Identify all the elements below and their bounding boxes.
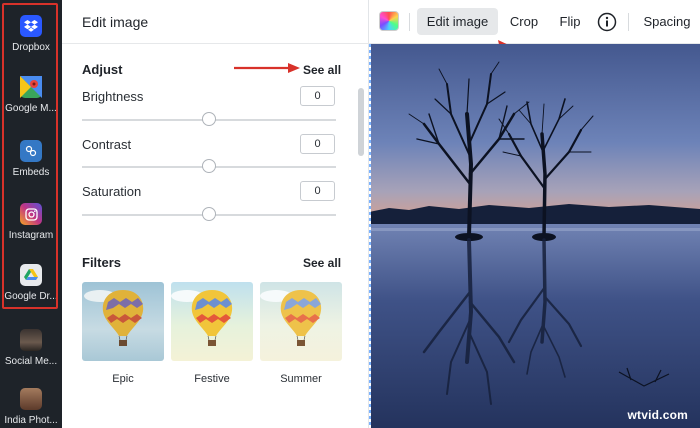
social-media-icon <box>20 329 42 351</box>
sidebar-highlight-box <box>2 3 58 309</box>
adjust-title: Adjust <box>82 62 123 77</box>
spacing-button[interactable]: Spacing <box>637 8 697 35</box>
panel-scrollbar[interactable] <box>358 88 364 156</box>
brightness-label: Brightness <box>82 89 144 104</box>
annotation-arrow-right <box>234 63 300 73</box>
crop-button[interactable]: Crop <box>504 8 544 35</box>
filters-see-all-link[interactable]: See all <box>303 256 341 270</box>
toolbar-divider <box>628 13 629 31</box>
contrast-input[interactable]: 0 <box>300 134 335 154</box>
flip-button[interactable]: Flip <box>553 8 587 35</box>
app-rail: Dropbox Google M... Embeds Instagram Goo… <box>0 0 62 428</box>
edit-image-panel: Edit image Adjust See all Brightness 0 C… <box>62 0 369 428</box>
saturation-slider-thumb[interactable] <box>202 207 216 221</box>
contrast-slider-thumb[interactable] <box>202 159 216 173</box>
hot-air-balloon-image <box>171 290 233 346</box>
edit-image-button[interactable]: Edit image <box>417 8 498 35</box>
filter-summer-thumbnail[interactable] <box>260 282 342 361</box>
toolbar-divider <box>409 13 410 31</box>
filter-festive-thumbnail[interactable] <box>171 282 253 361</box>
design-canvas[interactable]: wtvid.com <box>369 44 700 428</box>
watermark: wtvid.com <box>627 408 688 422</box>
filter-festive-label: Festive <box>194 373 230 385</box>
contrast-label: Contrast <box>82 137 132 152</box>
sidebar-item-india-photos[interactable]: India Phot... <box>0 378 62 428</box>
brightness-slider-thumb[interactable] <box>202 112 216 126</box>
sidebar-item-social-media[interactable]: Social Me... <box>0 319 62 381</box>
sidebar-item-label: India Phot... <box>4 415 58 426</box>
filter-epic-thumbnail[interactable] <box>82 282 164 361</box>
adjust-see-all-link[interactable]: See all <box>303 63 341 77</box>
saturation-label: Saturation <box>82 184 142 199</box>
panel-title: Edit image <box>82 14 149 30</box>
color-picker-icon[interactable] <box>379 11 399 31</box>
panel-header: Edit image <box>62 0 369 44</box>
canvas-selection-border <box>369 44 371 428</box>
filter-epic-label: Epic <box>112 373 134 385</box>
filter-summer-label: Summer <box>280 373 322 385</box>
hot-air-balloon-image <box>260 290 322 346</box>
lake-trees-photo <box>369 44 700 428</box>
saturation-input[interactable]: 0 <box>300 181 335 201</box>
info-icon[interactable] <box>597 12 617 32</box>
filters-title: Filters <box>82 255 122 270</box>
brightness-input[interactable]: 0 <box>300 86 335 106</box>
india-photos-icon <box>20 388 42 410</box>
sidebar-item-label: Social Me... <box>4 356 58 367</box>
hot-air-balloon-image <box>84 290 144 346</box>
